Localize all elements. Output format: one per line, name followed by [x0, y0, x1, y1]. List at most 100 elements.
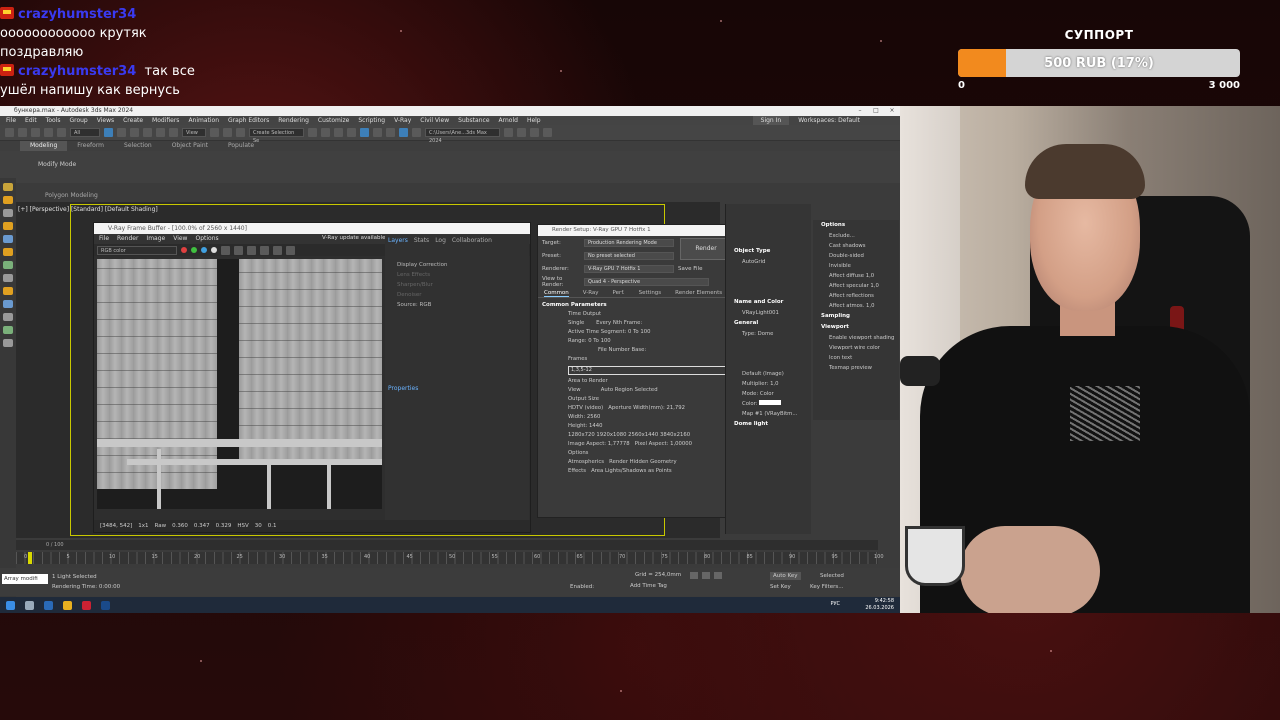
region-icon[interactable]: [130, 128, 139, 137]
multiplier-field[interactable]: Multiplier: 1,0: [726, 379, 811, 389]
search-icon[interactable]: [25, 600, 34, 610]
tool-icon[interactable]: [3, 274, 13, 282]
preset-dropdown[interactable]: No preset selected: [584, 251, 674, 260]
layer-item[interactable]: Source: RGB: [385, 300, 529, 310]
menu-item[interactable]: Rendering: [278, 116, 309, 125]
view-dropdown[interactable]: Quad 4 - Perspective: [584, 277, 709, 286]
menu-item[interactable]: Edit: [25, 116, 37, 125]
time-slider-handle[interactable]: [28, 552, 32, 564]
render-setup-tab[interactable]: V-Ray: [583, 288, 599, 297]
option-checkbox[interactable]: Effects: [568, 468, 586, 474]
menu-item[interactable]: V-Ray: [394, 116, 411, 125]
render-setup-tab[interactable]: Settings: [639, 288, 662, 297]
menu-item[interactable]: Help: [527, 116, 541, 125]
viewport-heading[interactable]: Viewport: [813, 322, 899, 333]
exclude-button[interactable]: Exclude...: [813, 231, 899, 241]
tool-icon[interactable]: [3, 248, 13, 256]
layer-item[interactable]: Denoiser: [385, 290, 529, 300]
ref-coord-dropdown[interactable]: View: [182, 128, 206, 137]
scale-icon[interactable]: [169, 128, 178, 137]
tool-icon[interactable]: [3, 183, 13, 191]
polygon-modeling-label[interactable]: Polygon Modeling: [45, 192, 98, 199]
option-checkbox[interactable]: Affect specular 1,0: [813, 281, 899, 291]
stop-icon[interactable]: [286, 245, 295, 255]
photoshop-icon[interactable]: [101, 600, 110, 610]
common-parameters-heading[interactable]: Common Parameters: [538, 298, 738, 310]
save-icon[interactable]: [221, 245, 230, 255]
red-channel-icon[interactable]: [181, 247, 187, 253]
workspaces-dropdown[interactable]: Workspaces: Default: [798, 116, 900, 125]
height-field[interactable]: Height: 1440: [538, 422, 738, 431]
tool-icon[interactable]: [3, 326, 13, 334]
redo-icon[interactable]: [18, 128, 27, 137]
light-type-dropdown[interactable]: Type: Dome: [726, 329, 811, 339]
schematic-icon[interactable]: [360, 128, 369, 137]
angle-snap-icon[interactable]: [236, 128, 245, 137]
undo-icon[interactable]: [5, 128, 14, 137]
menu-item[interactable]: Scripting: [358, 116, 385, 125]
snap-icon[interactable]: [223, 128, 232, 137]
size-preset-dropdown[interactable]: HDTV (video): [568, 405, 603, 411]
name-color-heading[interactable]: Name and Color: [726, 297, 811, 308]
sampling-heading[interactable]: Sampling: [813, 311, 899, 322]
dome-light-heading[interactable]: Dome light: [726, 419, 811, 430]
layer-icon[interactable]: [334, 128, 343, 137]
render-image[interactable]: [97, 259, 382, 509]
vray-vfb-icon[interactable]: [530, 128, 539, 137]
target-dropdown[interactable]: Production Rendering Mode: [584, 238, 674, 247]
chrome-icon[interactable]: [63, 600, 72, 610]
render-production-icon[interactable]: [412, 128, 421, 137]
layer-item[interactable]: Display Correction: [385, 260, 529, 270]
tool-icon[interactable]: [3, 287, 13, 295]
general-heading[interactable]: General: [726, 318, 811, 329]
ribbon-tab[interactable]: Populate: [218, 141, 264, 151]
load-icon[interactable]: [234, 245, 243, 255]
explorer-icon[interactable]: [44, 600, 53, 610]
layer-item[interactable]: Lens Effects: [385, 270, 529, 280]
taskbar-clock[interactable]: 9:42:58 26.03.2026: [865, 598, 894, 612]
vfb-tab[interactable]: Collaboration: [452, 237, 492, 244]
menu-item[interactable]: Animation: [188, 116, 219, 125]
ribbon-tab[interactable]: Freeform: [67, 141, 114, 151]
tool-icon[interactable]: [3, 196, 13, 204]
tool-icon[interactable]: [3, 209, 13, 217]
vfb-tab[interactable]: Stats: [414, 237, 429, 244]
menu-item[interactable]: Create: [123, 116, 143, 125]
windows-start-icon[interactable]: [6, 600, 15, 610]
vfb-tab[interactable]: Layers: [388, 237, 408, 244]
viewport-option[interactable]: Viewport wire color: [813, 343, 899, 353]
vfb-update-notice[interactable]: V-Ray update available!: [322, 235, 388, 241]
viewport-option[interactable]: Icon text: [813, 353, 899, 363]
options-heading[interactable]: Options: [813, 220, 899, 231]
option-checkbox[interactable]: Affect atmos. 1,0: [813, 301, 899, 311]
tool-icon[interactable]: [3, 235, 13, 243]
menu-item[interactable]: Arnold: [499, 116, 518, 125]
save-file-checkbox[interactable]: Save File: [678, 266, 702, 272]
tool-icon[interactable]: [3, 339, 13, 347]
select-by-name-icon[interactable]: [117, 128, 126, 137]
mono-icon[interactable]: [211, 247, 217, 253]
option-checkbox[interactable]: Render Hidden Geometry: [609, 459, 676, 465]
curve-editor-icon[interactable]: [347, 128, 356, 137]
blue-channel-icon[interactable]: [201, 247, 207, 253]
mode-dropdown[interactable]: Mode: Color: [726, 389, 811, 399]
menu-item[interactable]: Group: [69, 116, 87, 125]
renderer-dropdown[interactable]: V-Ray GPU 7 Hotfix 1: [584, 264, 674, 273]
option-checkbox[interactable]: Cast shadows: [813, 241, 899, 251]
size-preset-buttons[interactable]: 1280x720 1920x1080 2560x1440 3840x2160: [538, 431, 738, 440]
area-dropdown[interactable]: View: [568, 387, 581, 393]
option-checkbox[interactable]: Invisible: [813, 261, 899, 271]
add-time-tag-button[interactable]: Add Time Tag: [630, 583, 667, 589]
set-key-button[interactable]: Set Key: [770, 584, 791, 590]
vfb-menu-item[interactable]: View: [173, 234, 187, 244]
tool-icon[interactable]: [3, 261, 13, 269]
maximize-icon[interactable]: □: [868, 106, 884, 116]
auto-key-button[interactable]: Auto Key: [770, 572, 801, 580]
menu-item[interactable]: Tools: [46, 116, 61, 125]
autogrid-checkbox[interactable]: AutoGrid: [726, 257, 811, 267]
frames-radio[interactable]: Frames: [538, 355, 738, 364]
tool-icon[interactable]: [3, 300, 13, 308]
language-indicator[interactable]: РУС: [830, 601, 840, 607]
menu-item[interactable]: File: [6, 116, 16, 125]
material-editor-icon[interactable]: [373, 128, 382, 137]
